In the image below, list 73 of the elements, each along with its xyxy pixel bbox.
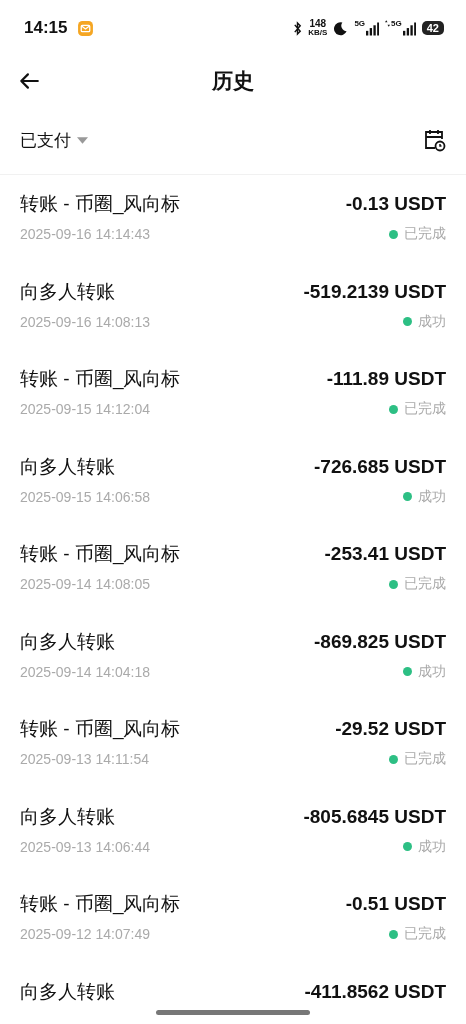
transaction-time: 2025-09-13 14:06:44 bbox=[20, 838, 150, 855]
transaction-title: 向多人转账 bbox=[20, 804, 115, 829]
transaction-row[interactable]: 转账 - 币圈_风向标 -0.51 USDT 2025-09-12 14:07:49 已完成 bbox=[0, 875, 466, 963]
network-speed: 148 bbox=[309, 19, 327, 29]
transaction-row[interactable]: 向多人转账 -519.2139 USDT 2025-09-16 14:08:13 成功 bbox=[0, 262, 466, 350]
transaction-amount: -0.51 USDT bbox=[345, 893, 446, 915]
transaction-status: 成功 bbox=[418, 487, 446, 506]
transaction-amount: -519.2139 USDT bbox=[303, 280, 446, 303]
network-type: 5G bbox=[391, 20, 402, 28]
transaction-amount: -111.89 USDT bbox=[326, 368, 446, 390]
status-dot bbox=[389, 579, 398, 589]
transaction-amount: -29.52 USDT bbox=[335, 718, 446, 740]
transaction-title: 向多人转账 bbox=[20, 279, 115, 304]
transaction-row[interactable]: 转账 - 币圈_风向标 -0.13 USDT 2025-09-16 14:14:43 已完成 bbox=[0, 175, 466, 263]
status-time: 14:15 bbox=[24, 18, 68, 38]
transaction-title: 转账 - 币圈_风向标 bbox=[20, 542, 181, 567]
transaction-time: 2025-09-14 14:08:05 bbox=[20, 576, 150, 592]
transaction-status: 成功 bbox=[418, 837, 446, 856]
transaction-row[interactable]: 转账 - 币圈_风向标 -29.52 USDT 2025-09-13 14:11:54 已完成 bbox=[0, 700, 466, 788]
transaction-title: 向多人转账 bbox=[20, 629, 115, 654]
caret-icon bbox=[77, 136, 88, 144]
signal-icon bbox=[366, 22, 380, 36]
transaction-row[interactable]: 向多人转账 -411.8562 USDT bbox=[0, 962, 466, 1024]
transaction-title: 转账 - 币圈_风向标 bbox=[20, 192, 181, 217]
transaction-amount: -0.13 USDT bbox=[345, 193, 446, 215]
transaction-row[interactable]: 向多人转账 -869.825 USDT 2025-09-14 14:04:18 成功 bbox=[0, 612, 466, 700]
battery-indicator: 42 bbox=[421, 21, 444, 35]
status-dot bbox=[403, 492, 412, 501]
transaction-row[interactable]: 转账 - 币圈_风向标 -253.41 USDT 2025-09-14 14:08:05 已完成 bbox=[0, 525, 466, 613]
transaction-title: 转账 - 币圈_风向标 bbox=[20, 892, 181, 917]
network-speed-unit: KB/S bbox=[308, 29, 328, 37]
status-dot bbox=[403, 317, 412, 326]
calendar-clock-icon[interactable] bbox=[422, 128, 446, 152]
status-dot bbox=[403, 667, 412, 676]
transaction-time: 2025-09-16 14:08:13 bbox=[20, 313, 150, 330]
status-dot bbox=[403, 842, 412, 851]
transaction-time: 2025-09-12 14:07:49 bbox=[20, 926, 150, 942]
page-title: 历史 bbox=[212, 68, 254, 94]
transaction-title: 转账 - 币圈_风向标 bbox=[20, 367, 181, 392]
transaction-title: 转账 - 币圈_风向标 bbox=[20, 717, 181, 742]
status-dot bbox=[389, 754, 398, 764]
status-dot bbox=[389, 404, 398, 414]
transaction-amount: -726.685 USDT bbox=[314, 455, 446, 478]
transaction-status: 已完成 bbox=[404, 925, 446, 943]
transaction-title: 向多人转账 bbox=[20, 979, 115, 1004]
bluetooth-icon bbox=[293, 20, 303, 36]
transaction-row[interactable]: 转账 - 币圈_风向标 -111.89 USDT 2025-09-15 14:12:04 已完成 bbox=[0, 350, 466, 438]
transaction-time: 2025-09-14 14:04:18 bbox=[20, 663, 150, 680]
transaction-amount: -411.8562 USDT bbox=[304, 980, 446, 1003]
mail-icon bbox=[77, 19, 95, 37]
transaction-amount: -253.41 USDT bbox=[324, 543, 446, 565]
transaction-status: 已完成 bbox=[404, 225, 446, 243]
transaction-status: 成功 bbox=[418, 312, 446, 331]
transaction-time: 2025-09-15 14:06:58 bbox=[20, 488, 150, 505]
transaction-amount: -805.6845 USDT bbox=[303, 805, 446, 828]
status-filter-dropdown[interactable]: 已支付 bbox=[20, 128, 88, 152]
transaction-row[interactable]: 向多人转账 -805.6845 USDT 2025-09-13 14:06:44 成功 bbox=[0, 787, 466, 875]
status-dot bbox=[389, 229, 398, 239]
back-arrow-icon bbox=[18, 70, 40, 92]
transaction-time: 2025-09-13 14:11:54 bbox=[20, 751, 149, 767]
transaction-time: 2025-09-16 14:14:43 bbox=[20, 226, 150, 242]
transaction-time: 2025-09-15 14:12:04 bbox=[20, 401, 150, 417]
status-dot bbox=[389, 929, 398, 939]
signal-icon bbox=[402, 22, 416, 36]
transaction-amount: -869.825 USDT bbox=[314, 630, 446, 653]
transaction-title: 向多人转账 bbox=[20, 454, 115, 479]
transaction-status: 成功 bbox=[418, 662, 446, 681]
network-type: 5G bbox=[354, 20, 366, 28]
transaction-status: 已完成 bbox=[404, 400, 446, 418]
transaction-status: 已完成 bbox=[404, 575, 446, 593]
transaction-row[interactable]: 向多人转账 -726.685 USDT 2025-09-15 14:06:58 成功 bbox=[0, 437, 466, 525]
transaction-status: 已完成 bbox=[404, 750, 446, 768]
moon-icon bbox=[333, 20, 349, 36]
